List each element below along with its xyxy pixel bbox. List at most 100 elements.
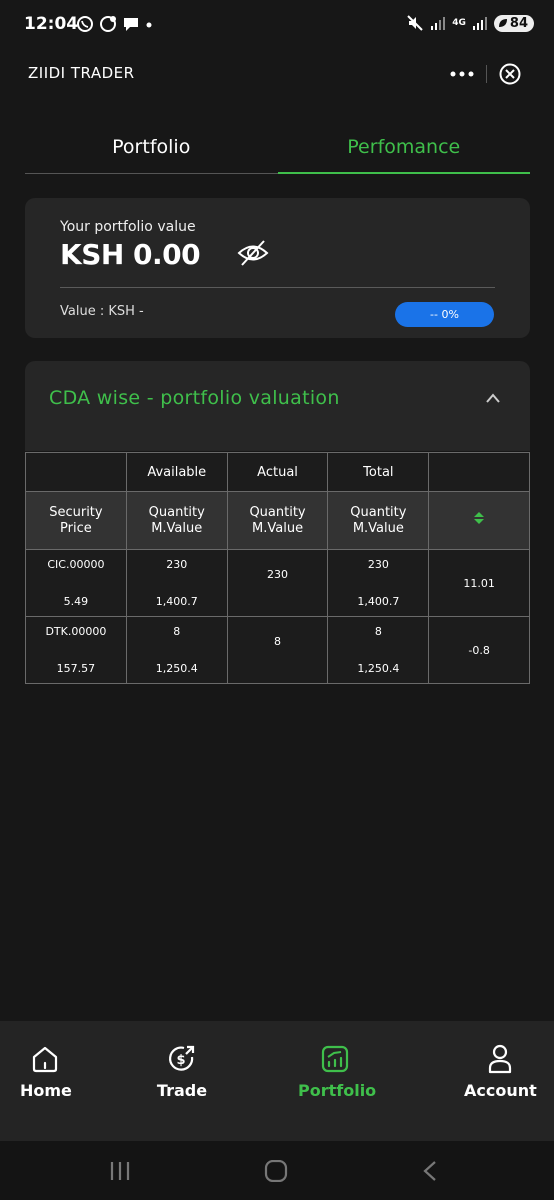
available-quantity: 230 — [166, 558, 188, 571]
signal-icon-2 — [472, 17, 487, 30]
portfolio-sub-value: Value : KSH - — [60, 304, 144, 319]
leaf-icon — [498, 19, 507, 27]
home-nav-icon[interactable] — [264, 1160, 288, 1182]
nav-portfolio[interactable]: Portfolio — [298, 1043, 377, 1100]
table-group-header-row: Available Actual Total — [25, 452, 530, 492]
back-icon[interactable] — [420, 1160, 440, 1182]
available-quantity: 8 — [173, 625, 181, 638]
total-cell: 8 1,250.4 — [327, 616, 430, 684]
subheader-line: M.Value — [352, 520, 404, 536]
recents-icon[interactable] — [108, 1160, 132, 1182]
mute-icon — [407, 15, 423, 31]
security-price: 157.57 — [56, 662, 96, 675]
total-cell: 230 1,400.7 — [327, 549, 430, 617]
available-value: 1,400.7 — [155, 595, 198, 608]
total-quantity: 230 — [367, 558, 389, 571]
valuation-table: Available Actual Total Security Price Qua… — [25, 452, 530, 684]
signal-icon — [431, 17, 446, 30]
status-bar: 12:04 4G 84 — [0, 0, 554, 52]
chevron-up-icon[interactable] — [484, 391, 502, 405]
nav-home-label: Home — [20, 1081, 72, 1100]
header-capsule — [438, 56, 534, 92]
home-icon — [32, 1046, 58, 1073]
subheader-line: Security — [49, 504, 103, 520]
security-cell: DTK.00000 157.57 — [25, 616, 127, 684]
value-divider — [60, 287, 495, 288]
close-button[interactable] — [487, 56, 533, 92]
tab-performance[interactable]: Perfomance — [277, 130, 531, 174]
subheader-line: M.Value — [151, 520, 203, 536]
total-value: 1,400.7 — [357, 595, 400, 608]
dollar-exchange-icon: $ — [169, 1045, 195, 1071]
app-header: ZIIDI TRADER — [0, 52, 554, 96]
available-cell: 8 1,250.4 — [125, 616, 228, 684]
nav-trade-label: Trade — [156, 1081, 208, 1100]
close-circle-icon — [499, 63, 521, 85]
security-name: DTK.00000 — [45, 625, 107, 638]
nav-portfolio-label: Portfolio — [298, 1081, 377, 1100]
tab-portfolio[interactable]: Portfolio — [25, 130, 278, 173]
nav-home[interactable]: Home — [20, 1043, 72, 1100]
dot-icon — [146, 22, 152, 28]
table-header-available: Available — [125, 452, 228, 492]
cda-section-header[interactable]: CDA wise - portfolio valuation — [25, 361, 530, 451]
chart-growth-icon — [321, 1045, 349, 1073]
app-title: ZIIDI TRADER — [28, 64, 135, 82]
whatsapp-business-icon — [100, 16, 116, 32]
subheader-line: Quantity — [249, 504, 306, 520]
network-type: 4G — [452, 17, 466, 28]
tab-bar: Portfolio Perfomance — [25, 130, 530, 174]
table-header-cell — [25, 452, 127, 492]
table-header-total: Total — [327, 452, 430, 492]
user-icon — [488, 1044, 512, 1074]
status-time: 12:04 — [24, 14, 79, 34]
nav-trade[interactable]: $ Trade — [155, 1043, 209, 1100]
sort-icon[interactable] — [473, 511, 485, 525]
cda-section-title: CDA wise - portfolio valuation — [49, 387, 340, 409]
table-subheader-total: Quantity M.Value — [327, 491, 430, 550]
svg-text:$: $ — [176, 1053, 185, 1068]
system-nav-bar — [0, 1141, 554, 1200]
change-cell: 11.01 — [428, 549, 530, 617]
table-header-actual: Actual — [226, 452, 329, 492]
table-row[interactable]: CIC.00000 5.49 230 1,400.7 230 230 1,400.7 … — [25, 549, 530, 617]
more-button[interactable] — [438, 56, 486, 92]
chat-icon — [124, 18, 138, 31]
sort-button[interactable] — [428, 491, 530, 550]
nav-account-label: Account — [464, 1081, 537, 1100]
notification-icons — [76, 15, 153, 33]
table-sub-header-row: Security Price Quantity M.Value Quantity M.… — [25, 491, 530, 550]
actual-cell: 230 — [226, 549, 329, 617]
portfolio-value-amount: KSH 0.00 — [60, 238, 201, 271]
subheader-line: Quantity — [350, 504, 407, 520]
table-row[interactable]: DTK.00000 157.57 8 1,250.4 8 8 1,250.4 -0.8 — [25, 616, 530, 684]
whatsapp-icon — [77, 16, 93, 32]
eye-off-icon[interactable] — [237, 238, 269, 268]
security-cell: CIC.00000 5.49 — [25, 549, 127, 617]
security-name: CIC.00000 — [47, 558, 105, 571]
table-subheader-actual: Quantity M.Value — [226, 491, 329, 550]
subheader-line: Quantity — [148, 504, 205, 520]
subheader-line: M.Value — [252, 520, 304, 536]
change-badge: -- 0% — [395, 302, 494, 327]
table-header-cell — [428, 452, 530, 492]
change-cell: -0.8 — [428, 616, 530, 684]
total-quantity: 8 — [374, 625, 382, 638]
available-value: 1,250.4 — [155, 662, 198, 675]
available-cell: 230 1,400.7 — [125, 549, 228, 617]
actual-quantity: 230 — [267, 568, 289, 581]
actual-quantity: 8 — [274, 635, 282, 648]
system-icons: 4G 84 — [406, 14, 534, 32]
battery-level: 84 — [509, 15, 528, 31]
total-value: 1,250.4 — [357, 662, 400, 675]
battery-indicator: 84 — [493, 14, 534, 32]
table-subheader-available: Quantity M.Value — [125, 491, 228, 550]
table-subheader-security: Security Price — [25, 491, 127, 550]
portfolio-value-label: Your portfolio value — [60, 219, 196, 235]
actual-cell: 8 — [226, 616, 329, 684]
bottom-nav: Home $ Trade Portfolio Account — [0, 1021, 554, 1141]
more-dots-icon — [450, 71, 474, 77]
nav-account[interactable]: Account — [464, 1043, 537, 1100]
portfolio-value-card: Your portfolio value KSH 0.00 Value : KS… — [25, 198, 530, 338]
security-price: 5.49 — [63, 595, 89, 608]
